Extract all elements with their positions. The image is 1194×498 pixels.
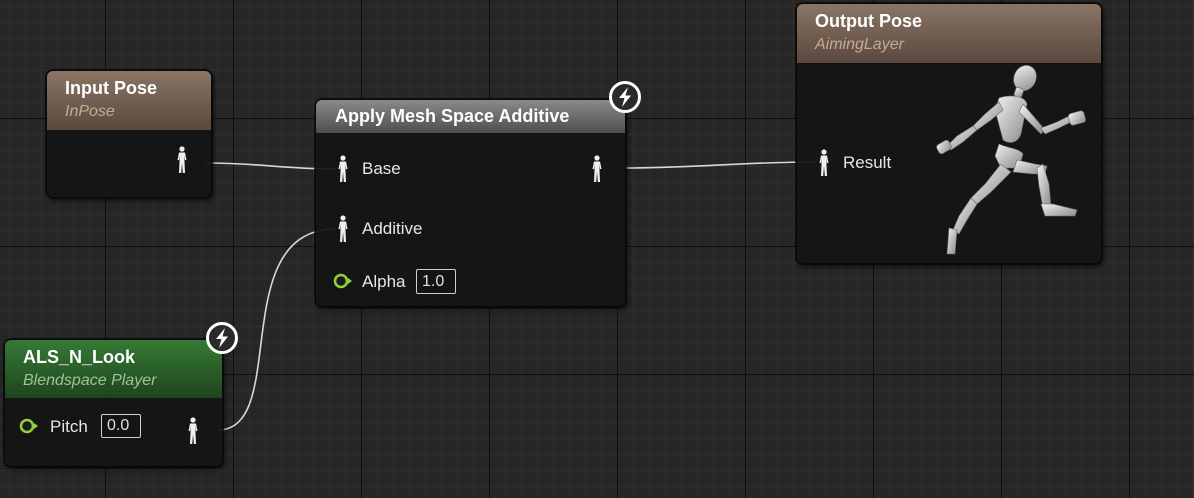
blendspace-player-node[interactable]: ALS_N_Look Blendspace Player Pitch 0.0 [4, 339, 223, 467]
pose-pin-figure-icon[interactable] [817, 149, 831, 177]
float-pin-icon[interactable] [333, 273, 353, 289]
output-pose-header[interactable]: Output Pose AimingLayer [797, 4, 1101, 63]
result-pin-label: Result [843, 153, 892, 172]
blendspace-title: ALS_N_Look [23, 347, 136, 367]
pitch-pin-label: Pitch [50, 417, 88, 436]
input-pose-subtitle: InPose [65, 103, 115, 120]
pose-pin-figure-icon[interactable] [175, 146, 189, 174]
lightning-bolt-icon [608, 80, 642, 114]
blendspace-subtitle: Blendspace Player [23, 372, 157, 389]
input-pose-node[interactable]: Input Pose InPose [46, 70, 212, 198]
blendspace-header[interactable]: ALS_N_Look Blendspace Player [5, 340, 222, 398]
output-pose-title: Output Pose [815, 11, 922, 31]
apply-additive-header[interactable]: Apply Mesh Space Additive [316, 100, 625, 133]
pose-pin-figure-icon[interactable] [336, 155, 350, 183]
pose-pin-figure-icon[interactable] [590, 155, 604, 183]
wire-additive-to-result[interactable] [622, 161, 817, 169]
additive-pin-label: Additive [362, 219, 423, 238]
alpha-pin-label: Alpha [362, 272, 406, 291]
running-mannequin [929, 64, 1094, 264]
alpha-value-input[interactable]: 1.0 [416, 269, 456, 294]
lightning-bolt-icon [205, 321, 239, 355]
pose-pin-figure-icon[interactable] [336, 215, 350, 243]
base-pin-label: Base [362, 159, 401, 178]
apply-mesh-space-additive-node[interactable]: Apply Mesh Space Additive Base Additive … [315, 99, 626, 307]
pitch-value-input[interactable]: 0.0 [101, 414, 141, 438]
float-pin-icon[interactable] [19, 418, 39, 434]
output-pose-node[interactable]: Output Pose AimingLayer Result [796, 3, 1102, 264]
input-pose-title: Input Pose [65, 78, 158, 98]
apply-additive-title: Apply Mesh Space Additive [335, 106, 570, 126]
input-pose-header[interactable]: Input Pose InPose [47, 71, 211, 130]
pose-pin-figure-icon[interactable] [186, 417, 200, 445]
output-pose-subtitle: AimingLayer [815, 36, 904, 53]
